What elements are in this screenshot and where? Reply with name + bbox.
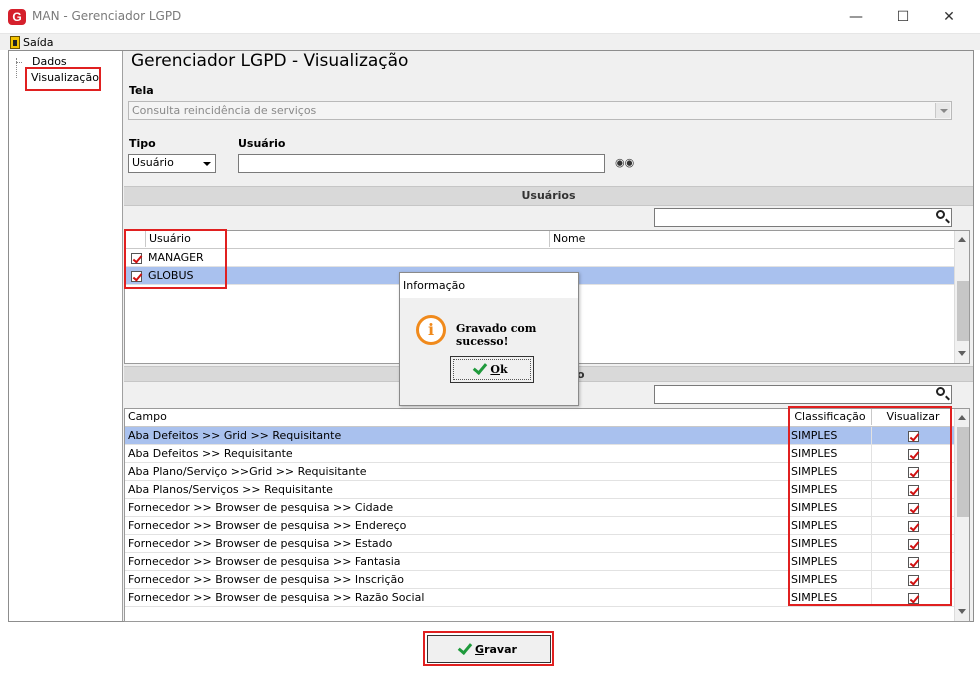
ok-button[interactable]: Ok [450, 356, 534, 383]
highlight-box [25, 67, 101, 91]
usuario-input[interactable] [238, 154, 605, 173]
tipo-select-value: Usuário [132, 156, 174, 169]
tree-connector [16, 62, 22, 63]
users-filter-input[interactable] [654, 208, 952, 227]
campo-cell: Aba Plano/Serviço >>Grid >> Requisitante [128, 465, 367, 478]
campo-cell: Aba Defeitos >> Grid >> Requisitante [128, 429, 342, 442]
chevron-down-icon [199, 156, 214, 171]
minimize-button[interactable]: — [842, 6, 870, 28]
info-dialog: Informação i Gravado com sucesso! Ok [399, 272, 579, 406]
users-scrollbar[interactable] [954, 231, 969, 363]
campo-cell: Fornecedor >> Browser de pesquisa >> Cid… [128, 501, 394, 514]
menu-exit[interactable]: Saída [10, 34, 54, 50]
users-section-header: Usuários [124, 186, 973, 206]
highlight-box [423, 631, 554, 666]
scrollbar-thumb[interactable] [957, 281, 969, 341]
scroll-up-icon[interactable] [958, 237, 966, 242]
dialog-title: Informação [400, 273, 578, 298]
campo-cell: Aba Planos/Serviços >> Requisitante [128, 483, 333, 496]
check-icon [473, 359, 488, 376]
app-logo-icon: G [8, 9, 26, 25]
scroll-down-icon[interactable] [958, 351, 966, 356]
ok-button-label: Ok [490, 363, 508, 376]
table-row[interactable]: MANAGER [125, 249, 954, 267]
maximize-button[interactable]: ☐ [889, 6, 917, 28]
page-title: Gerenciador LGPD - Visualização [131, 51, 409, 71]
scroll-up-icon[interactable] [958, 415, 966, 420]
usuario-label: Usuário [238, 137, 286, 150]
tela-label: Tela [129, 84, 154, 97]
highlight-box [124, 229, 227, 289]
chevron-down-icon [935, 103, 950, 118]
menu-exit-label: Saída [23, 35, 54, 49]
binoculars-search-icon[interactable]: ◉◉ [615, 156, 634, 169]
column-header-campo[interactable]: Campo [125, 409, 788, 425]
scrollbar-thumb[interactable] [957, 427, 969, 517]
search-icon[interactable] [936, 387, 945, 396]
dialog-message: Gravado com sucesso! [456, 322, 537, 348]
search-icon[interactable] [936, 210, 945, 219]
campo-cell: Fornecedor >> Browser de pesquisa >> Raz… [128, 591, 425, 604]
menu-bar: Saída [0, 34, 980, 50]
navigation-tree [9, 51, 123, 621]
campo-cell: Fornecedor >> Browser de pesquisa >> End… [128, 519, 407, 532]
tela-combo-value: Consulta reincidência de serviços [132, 104, 317, 117]
tipo-label: Tipo [129, 137, 156, 150]
title-bar: G MAN - Gerenciador LGPD — ☐ ✕ [0, 0, 980, 34]
campo-cell: Fornecedor >> Browser de pesquisa >> Ins… [128, 573, 405, 586]
column-header-nome[interactable]: Nome [549, 231, 953, 247]
tipo-select[interactable]: Usuário [128, 154, 216, 173]
highlight-box [788, 406, 952, 606]
campo-cell: Fornecedor >> Browser de pesquisa >> Est… [128, 537, 393, 550]
window-title: MAN - Gerenciador LGPD [32, 9, 182, 23]
exit-door-icon [10, 35, 20, 49]
users-grid-header: Usuário Nome [125, 231, 954, 249]
fields-scrollbar[interactable] [954, 409, 969, 621]
close-button[interactable]: ✕ [935, 6, 963, 28]
tree-connector [16, 58, 17, 78]
scroll-down-icon[interactable] [958, 609, 966, 614]
tela-combo[interactable]: Consulta reincidência de serviços [128, 101, 952, 120]
campo-cell: Aba Defeitos >> Requisitante [128, 447, 293, 460]
campo-cell: Fornecedor >> Browser de pesquisa >> Fan… [128, 555, 401, 568]
info-icon: i [416, 315, 446, 345]
fields-filter-input[interactable] [654, 385, 952, 404]
